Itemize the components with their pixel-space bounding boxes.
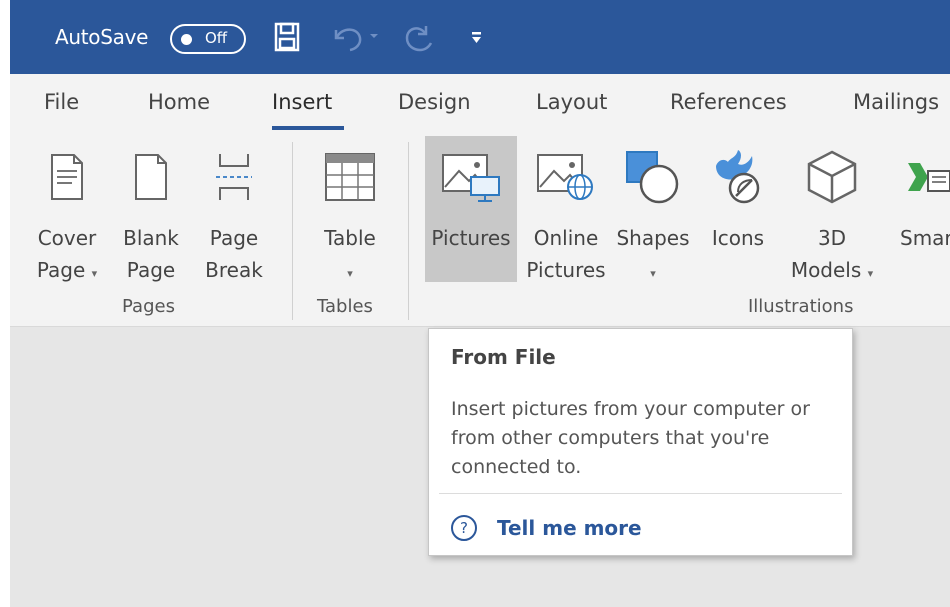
page-break-label-2: Break bbox=[205, 258, 263, 282]
save-icon[interactable] bbox=[274, 22, 300, 52]
tell-me-more-label: Tell me more bbox=[497, 516, 642, 540]
tab-file[interactable]: File bbox=[44, 90, 79, 114]
undo-icon[interactable] bbox=[330, 22, 380, 52]
autosave-toggle[interactable]: Off bbox=[170, 24, 246, 54]
autosave-state: Off bbox=[205, 29, 228, 47]
icons-button[interactable]: Icons bbox=[702, 136, 774, 254]
shapes-label: Shapes bbox=[616, 226, 690, 250]
cover-page-label-2: Page bbox=[36, 258, 86, 282]
help-question-icon: ? bbox=[451, 515, 477, 541]
ribbon-tab-bar: File Home Insert Design Layout Reference… bbox=[10, 74, 950, 134]
cover-page-label-1: Cover bbox=[37, 226, 97, 250]
group-label-illustrations: Illustrations bbox=[748, 296, 854, 317]
table-icon bbox=[324, 152, 376, 206]
smartart-label: Smart bbox=[900, 226, 950, 250]
pictures-icon bbox=[441, 151, 501, 207]
cover-page-icon bbox=[50, 153, 84, 205]
3d-models-button[interactable]: 3D Models ▾ bbox=[784, 136, 880, 290]
3d-models-label-2: Models bbox=[790, 258, 862, 282]
smartart-icon bbox=[906, 157, 950, 201]
online-pictures-label-2: Pictures bbox=[526, 258, 606, 282]
tooltip-description: Insert pictures from your computer or fr… bbox=[451, 398, 810, 478]
group-separator bbox=[292, 142, 293, 320]
group-separator bbox=[408, 142, 409, 320]
smartart-button[interactable]: Smart bbox=[886, 136, 950, 254]
shapes-button[interactable]: Shapes ▾ bbox=[612, 136, 694, 290]
pictures-label: Pictures bbox=[431, 226, 511, 250]
tab-mailings[interactable]: Mailings bbox=[853, 90, 939, 114]
tab-references[interactable]: References bbox=[670, 90, 787, 114]
icons-label: Icons bbox=[711, 226, 765, 250]
title-bar: AutoSave Off bbox=[10, 0, 950, 74]
tab-home[interactable]: Home bbox=[148, 90, 210, 114]
page-break-label-1: Page bbox=[209, 226, 259, 250]
tell-me-more-link[interactable]: ? Tell me more bbox=[451, 513, 642, 543]
3d-models-label-1: 3D bbox=[817, 226, 847, 250]
table-caret: ▾ bbox=[347, 267, 353, 280]
window-edge bbox=[0, 0, 10, 607]
active-tab-indicator bbox=[272, 126, 344, 130]
blank-page-label-1: Blank bbox=[123, 226, 179, 250]
shapes-icon bbox=[625, 150, 681, 208]
online-pictures-icon bbox=[536, 151, 596, 207]
online-pictures-label-1: Online bbox=[533, 226, 599, 250]
online-pictures-button[interactable]: Online Pictures bbox=[522, 136, 610, 286]
pictures-tooltip: From File Insert pictures from your comp… bbox=[428, 328, 853, 556]
toggle-knob bbox=[181, 34, 192, 45]
shapes-caret: ▾ bbox=[650, 267, 656, 280]
tab-design[interactable]: Design bbox=[398, 90, 471, 114]
ribbon-insert: Cover Page ▾ Blank Page Page Break Table… bbox=[10, 134, 950, 326]
blank-page-icon bbox=[134, 153, 168, 205]
page-break-button[interactable]: Page Break bbox=[198, 136, 270, 286]
tab-layout[interactable]: Layout bbox=[536, 90, 607, 114]
pictures-button[interactable]: Pictures bbox=[425, 136, 517, 282]
cover-page-button[interactable]: Cover Page ▾ bbox=[30, 136, 104, 290]
blank-page-button[interactable]: Blank Page bbox=[116, 136, 186, 286]
redo-icon[interactable] bbox=[402, 22, 436, 52]
customize-quick-access-icon[interactable] bbox=[470, 22, 484, 52]
autosave-label: AutoSave bbox=[55, 25, 149, 49]
table-button[interactable]: Table ▾ bbox=[310, 136, 390, 290]
group-label-pages: Pages bbox=[122, 296, 175, 317]
icons-icon bbox=[708, 148, 768, 210]
tooltip-title: From File bbox=[451, 345, 556, 369]
cover-page-caret: ▾ bbox=[91, 267, 98, 280]
3d-models-caret: ▾ bbox=[867, 267, 874, 280]
tab-insert[interactable]: Insert bbox=[272, 90, 332, 114]
blank-page-label-2: Page bbox=[126, 258, 176, 282]
tooltip-divider bbox=[439, 493, 842, 494]
table-label: Table bbox=[324, 226, 376, 250]
page-break-icon bbox=[214, 152, 254, 206]
group-label-tables: Tables bbox=[317, 296, 373, 317]
3d-cube-icon bbox=[805, 149, 859, 209]
